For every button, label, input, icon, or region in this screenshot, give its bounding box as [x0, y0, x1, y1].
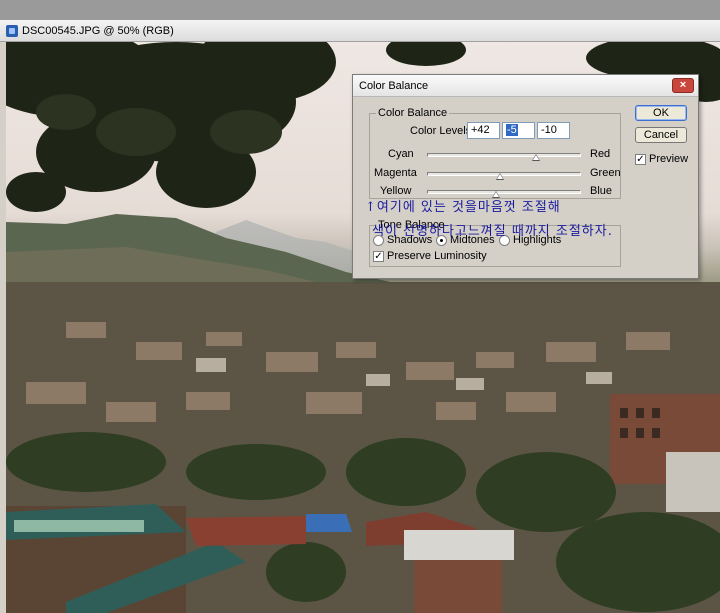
slider-magenta-green: Magenta Green — [353, 167, 698, 183]
ok-button[interactable]: OK — [635, 105, 687, 121]
slider-green-label: Green — [590, 167, 621, 179]
color-level-cyan-red-input[interactable]: +42 — [467, 122, 500, 139]
dialog-title: Color Balance — [359, 80, 429, 92]
document-title: DSC00545.JPG @ 50% (RGB) — [22, 24, 174, 37]
preserve-luminosity-checkbox[interactable]: ✓ Preserve Luminosity — [373, 250, 487, 262]
color-level-yellow-blue-value: -10 — [541, 124, 557, 136]
color-levels-label: Color Levels: — [410, 125, 475, 137]
slider-magenta-label: Magenta — [374, 167, 417, 179]
annotation-line-2: 색이 선명하다고느껴질 때까지 조절하자. — [372, 224, 613, 239]
preserve-luminosity-checkmark: ✓ — [373, 250, 384, 262]
slider-cyan-red-track[interactable] — [427, 153, 581, 157]
preview-label: Preview — [649, 153, 689, 165]
dialog-titlebar[interactable]: Color Balance × — [353, 75, 698, 97]
slider-magenta-green-thumb[interactable] — [496, 173, 505, 180]
cancel-button[interactable]: Cancel — [635, 127, 687, 143]
color-level-yellow-blue-input[interactable]: -10 — [537, 122, 570, 139]
color-balance-dialog: Color Balance × Color Balance Color Leve… — [352, 74, 699, 279]
color-level-magenta-green-input[interactable]: -5 — [502, 122, 535, 139]
slider-red-label: Red — [590, 148, 611, 160]
photoshop-document-icon — [6, 24, 18, 37]
annotation-line-1: ↑여기에 있는 것을마음껏 조절해 — [365, 200, 561, 215]
color-balance-group-label: Color Balance — [376, 107, 450, 119]
color-level-magenta-green-value: -5 — [506, 124, 518, 136]
slider-blue-label: Blue — [590, 185, 613, 197]
color-level-cyan-red-value: +42 — [471, 124, 490, 136]
slider-cyan-label: Cyan — [388, 148, 414, 160]
document-titlebar[interactable]: DSC00545.JPG @ 50% (RGB) — [0, 20, 720, 42]
slider-cyan-red-thumb[interactable] — [532, 154, 541, 161]
preview-checkmark: ✓ — [635, 153, 646, 165]
close-button[interactable]: × — [672, 78, 694, 93]
preserve-luminosity-label: Preserve Luminosity — [387, 250, 487, 262]
preview-checkbox[interactable]: ✓ Preview — [635, 153, 688, 165]
slider-yellow-blue-track[interactable] — [427, 190, 581, 194]
